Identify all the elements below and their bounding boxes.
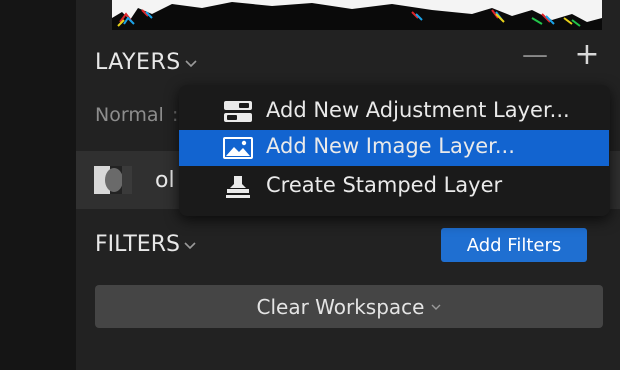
- chevron-down-icon: [431, 304, 441, 310]
- layer-thumbnail: [94, 166, 132, 194]
- filters-panel-title[interactable]: FILTERS: [95, 232, 196, 257]
- menu-item-add-adjustment-layer[interactable]: Add New Adjustment Layer...: [179, 94, 610, 130]
- image-layer-icon: [223, 137, 253, 159]
- remove-layer-button[interactable]: —: [522, 42, 548, 68]
- layer-name[interactable]: ol: [155, 168, 175, 193]
- left-toolbar-strip: [0, 0, 76, 370]
- menu-item-label: Add New Image Layer...: [266, 134, 515, 158]
- blend-mode-separator: :: [172, 104, 179, 126]
- blend-mode-select[interactable]: Normal: [95, 104, 164, 126]
- menu-item-label: Add New Adjustment Layer...: [266, 98, 570, 122]
- menu-item-label: Create Stamped Layer: [266, 173, 503, 197]
- layers-title-label: LAYERS: [95, 50, 181, 75]
- layers-panel-title[interactable]: LAYERS: [95, 50, 197, 75]
- add-filters-button[interactable]: Add Filters: [441, 228, 587, 262]
- stamp-icon: [226, 176, 250, 198]
- filters-title-label: FILTERS: [95, 232, 180, 257]
- clear-workspace-label: Clear Workspace: [256, 294, 425, 319]
- add-layer-button[interactable]: +: [574, 40, 600, 70]
- menu-item-add-image-layer[interactable]: Add New Image Layer...: [179, 130, 609, 166]
- histogram: [112, 0, 602, 30]
- chevron-down-icon: [185, 59, 197, 67]
- menu-item-create-stamped-layer[interactable]: Create Stamped Layer: [179, 169, 610, 205]
- add-layer-menu: Add New Adjustment Layer... Add New Imag…: [179, 85, 610, 216]
- clear-workspace-button[interactable]: Clear Workspace: [95, 285, 603, 328]
- adjustment-layer-icon: [224, 101, 252, 122]
- chevron-down-icon: [184, 241, 196, 249]
